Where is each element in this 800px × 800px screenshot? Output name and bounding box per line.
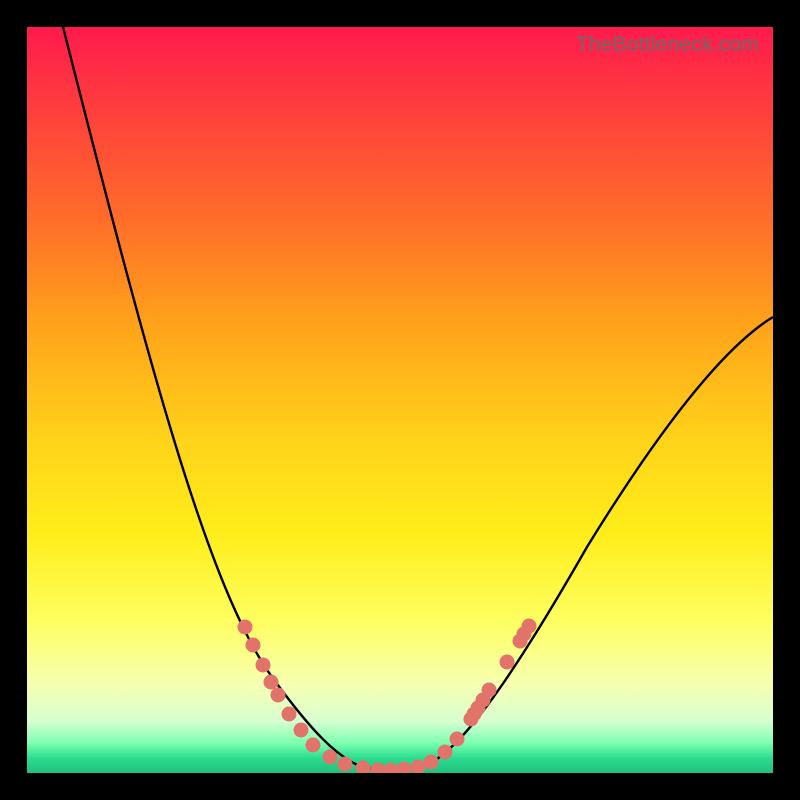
data-point <box>450 732 465 747</box>
data-point <box>282 707 297 722</box>
data-point <box>264 675 279 690</box>
dot-layer <box>238 619 537 774</box>
data-point <box>424 755 439 770</box>
data-point <box>246 638 261 653</box>
curve-path <box>63 27 773 770</box>
data-point <box>371 763 386 774</box>
data-point <box>482 683 497 698</box>
data-point <box>323 750 338 765</box>
data-point <box>438 745 453 760</box>
bottleneck-curve <box>27 27 773 773</box>
data-point <box>500 655 515 670</box>
data-point <box>271 688 286 703</box>
data-point <box>384 763 399 774</box>
data-point <box>356 761 371 774</box>
data-point <box>522 619 537 634</box>
data-point <box>338 757 353 772</box>
data-point <box>294 723 309 738</box>
data-point <box>256 658 271 673</box>
data-point <box>306 738 321 753</box>
data-point <box>397 762 412 774</box>
chart-frame: TheBottleneck.com <box>27 27 773 773</box>
data-point <box>411 760 426 774</box>
data-point <box>238 620 253 635</box>
watermark-label: TheBottleneck.com <box>576 33 759 57</box>
